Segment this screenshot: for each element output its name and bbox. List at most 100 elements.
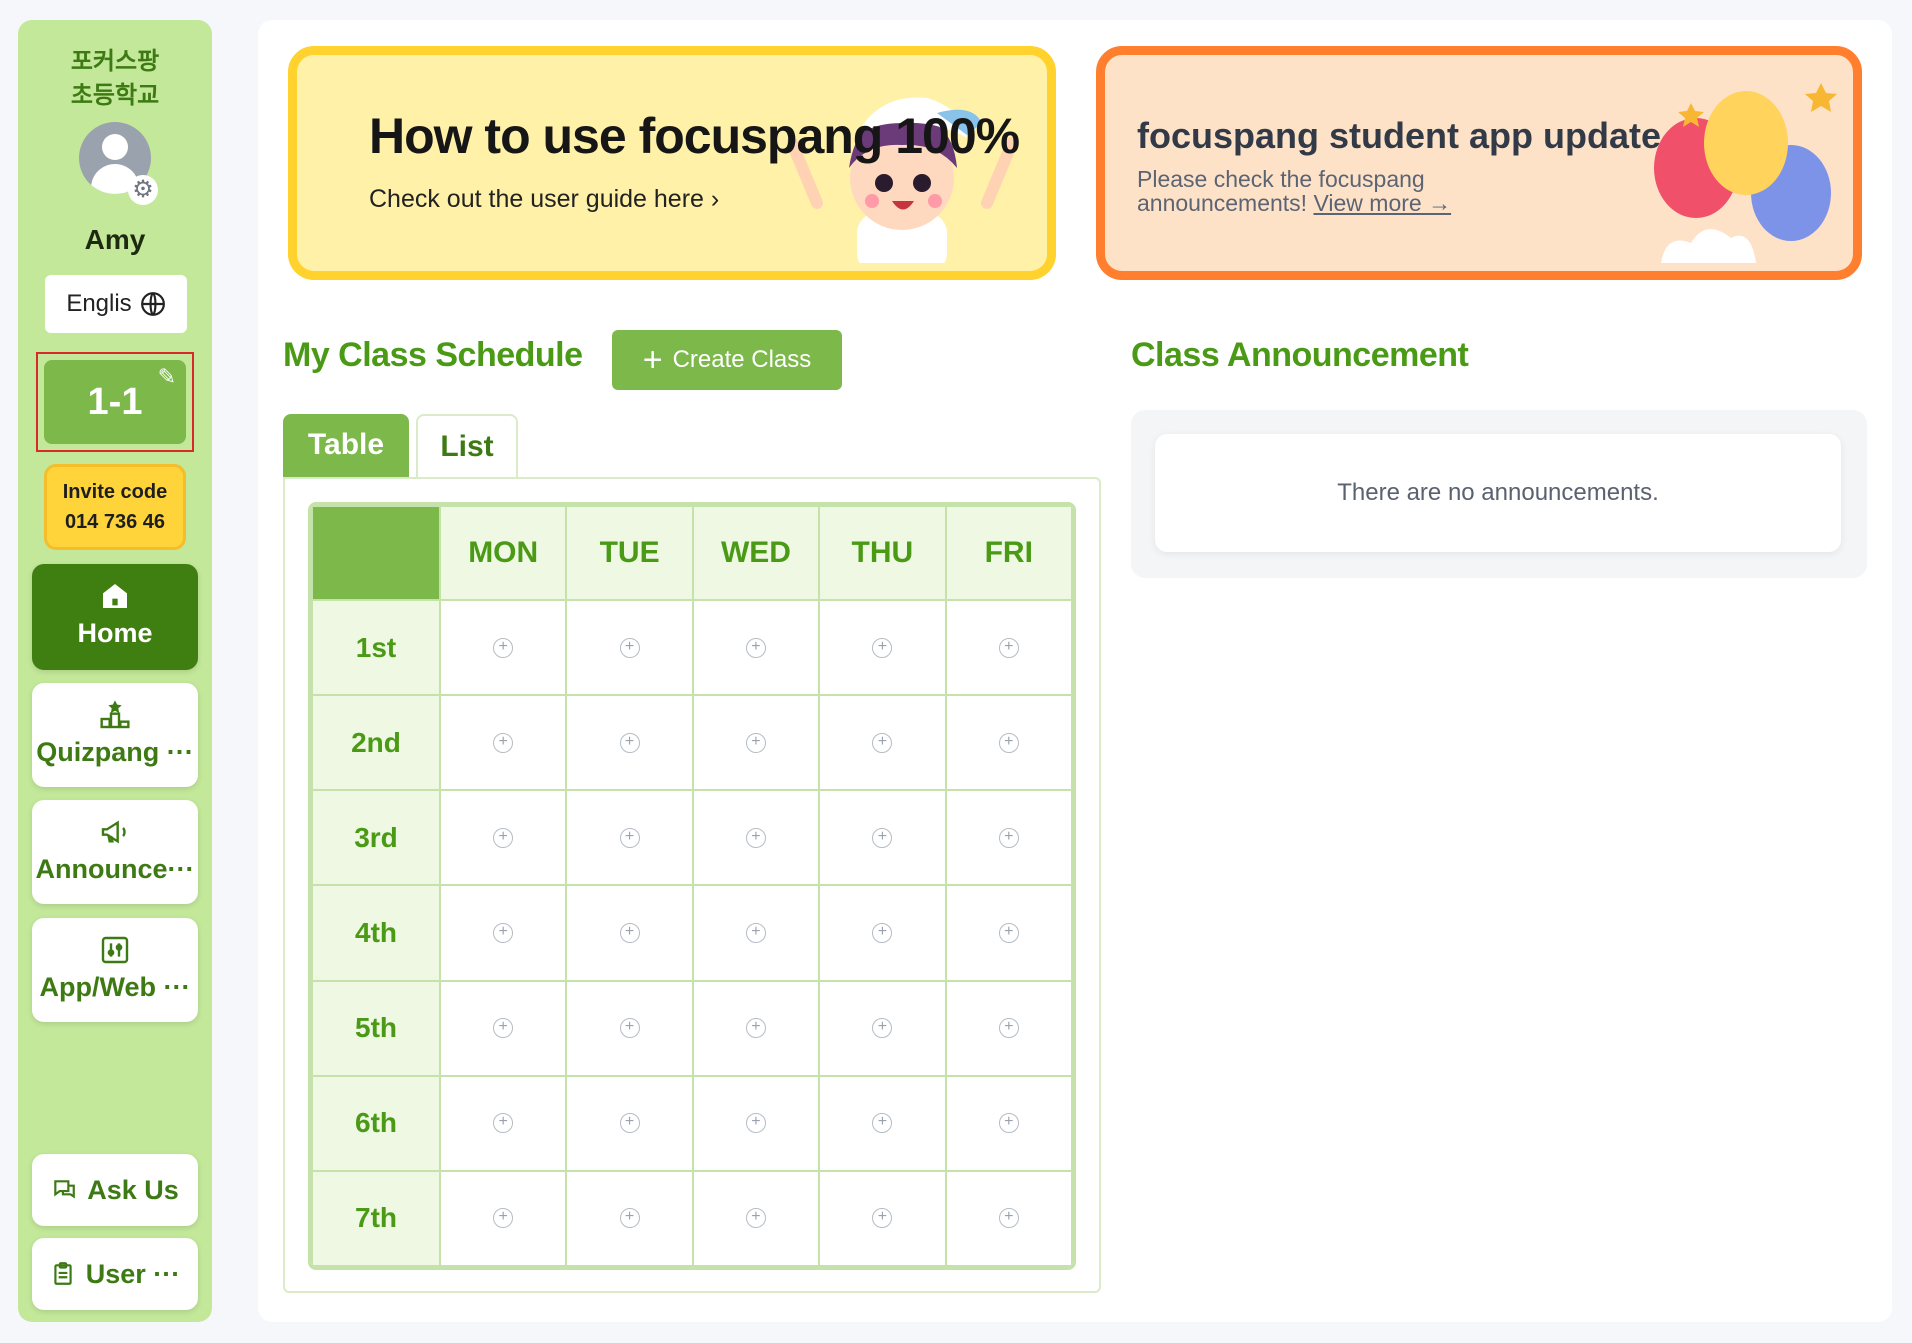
create-class-button[interactable]: + Create Class xyxy=(612,330,842,390)
schedule-cell[interactable]: + xyxy=(691,789,821,887)
add-circle-icon[interactable]: + xyxy=(493,732,514,753)
schedule-cell[interactable]: + xyxy=(691,1169,821,1267)
class-button[interactable]: 1-1 ✎ xyxy=(44,360,186,444)
language-selector[interactable]: Englis xyxy=(45,275,187,333)
schedule-cell[interactable]: + xyxy=(565,789,694,887)
schedule-cell[interactable]: + xyxy=(691,598,821,697)
nav-home[interactable]: Home xyxy=(32,564,198,670)
add-circle-icon[interactable]: + xyxy=(619,827,640,848)
add-circle-icon[interactable]: + xyxy=(745,827,766,848)
schedule-cell[interactable]: + xyxy=(438,1169,568,1267)
add-circle-icon[interactable]: + xyxy=(998,922,1019,943)
view-more-link[interactable]: View more → xyxy=(1313,190,1451,216)
tab-list[interactable]: List xyxy=(416,414,518,478)
schedule-cell[interactable]: + xyxy=(565,979,694,1077)
chevron-right-icon: › xyxy=(710,185,720,213)
schedule-cell[interactable]: + xyxy=(438,789,568,887)
schedule-cell[interactable]: + xyxy=(944,789,1073,887)
add-circle-icon[interactable]: + xyxy=(745,1018,766,1039)
table-header-row: MON TUE WED THU FRI xyxy=(311,505,1073,601)
add-circle-icon[interactable]: + xyxy=(998,1018,1019,1039)
schedule-cell[interactable]: + xyxy=(438,598,568,697)
globe-icon xyxy=(140,292,165,316)
app-update-banner[interactable]: focuspang student app update Please chec… xyxy=(1096,46,1862,280)
add-circle-icon[interactable]: + xyxy=(619,1018,640,1039)
megaphone-icon xyxy=(101,820,126,844)
nav-app-web[interactable]: App/Web ··· xyxy=(32,918,198,1022)
schedule-cell[interactable]: + xyxy=(944,1169,1073,1267)
schedule-cell[interactable]: + xyxy=(944,694,1073,792)
user-menu-label: User ··· xyxy=(85,1258,181,1289)
schedule-title: My Class Schedule xyxy=(283,336,583,374)
schedule-cell[interactable]: + xyxy=(438,1074,568,1172)
add-circle-icon[interactable]: + xyxy=(619,922,640,943)
nav-quizpang[interactable]: Quizpang ··· xyxy=(32,683,198,787)
schedule-cell[interactable]: + xyxy=(565,1074,694,1172)
schedule-cell[interactable]: + xyxy=(818,1169,947,1267)
add-circle-icon[interactable]: + xyxy=(872,1113,893,1134)
schedule-cell[interactable]: + xyxy=(691,884,821,982)
add-circle-icon[interactable]: + xyxy=(872,922,893,943)
add-circle-icon[interactable]: + xyxy=(493,1113,514,1134)
chat-icon xyxy=(54,1180,76,1199)
add-circle-icon[interactable]: + xyxy=(872,827,893,848)
add-circle-icon[interactable]: + xyxy=(493,1018,514,1039)
nav-announcements[interactable]: Announce··· xyxy=(32,800,198,904)
add-circle-icon[interactable]: + xyxy=(998,637,1019,658)
add-circle-icon[interactable]: + xyxy=(619,732,640,753)
add-circle-icon[interactable]: + xyxy=(872,1018,893,1039)
add-circle-icon[interactable]: + xyxy=(619,1113,640,1134)
schedule-cell[interactable]: + xyxy=(818,1074,947,1172)
add-circle-icon[interactable]: + xyxy=(493,637,514,658)
schedule-cell[interactable]: + xyxy=(438,884,568,982)
schedule-cell[interactable]: + xyxy=(818,598,947,697)
add-circle-icon[interactable]: + xyxy=(998,732,1019,753)
schedule-cell[interactable]: + xyxy=(565,598,694,697)
schedule-cell[interactable]: + xyxy=(565,694,694,792)
add-circle-icon[interactable]: + xyxy=(619,637,640,658)
schedule-cell[interactable]: + xyxy=(818,694,947,792)
gear-icon[interactable]: ⚙ xyxy=(128,175,158,205)
schedule-cell[interactable]: + xyxy=(565,884,694,982)
add-circle-icon[interactable]: + xyxy=(745,732,766,753)
day-header: MON xyxy=(438,505,568,601)
add-circle-icon[interactable]: + xyxy=(745,1208,766,1229)
table-row: 4th + + + + + xyxy=(311,884,1073,982)
schedule-cell[interactable]: + xyxy=(944,1074,1073,1172)
schedule-cell[interactable]: + xyxy=(818,884,947,982)
empty-announcements-message: There are no announcements. xyxy=(1155,434,1841,552)
add-circle-icon[interactable]: + xyxy=(619,1208,640,1229)
schedule-cell[interactable]: + xyxy=(691,694,821,792)
tab-table[interactable]: Table xyxy=(283,414,409,478)
schedule-cell[interactable]: + xyxy=(438,979,568,1077)
schedule-cell[interactable]: + xyxy=(438,694,568,792)
pencil-icon[interactable]: ✎ xyxy=(158,366,176,388)
add-circle-icon[interactable]: + xyxy=(745,922,766,943)
add-circle-icon[interactable]: + xyxy=(872,637,893,658)
add-circle-icon[interactable]: + xyxy=(493,922,514,943)
add-circle-icon[interactable]: + xyxy=(745,1113,766,1134)
schedule-cell[interactable]: + xyxy=(944,598,1073,697)
add-circle-icon[interactable]: + xyxy=(872,1208,893,1229)
update-subtitle: Please check the focuspang announcements… xyxy=(1137,166,1452,216)
period-label: 2nd xyxy=(311,694,441,792)
schedule-cell[interactable]: + xyxy=(944,979,1073,1077)
add-circle-icon[interactable]: + xyxy=(872,732,893,753)
class-name: 1-1 xyxy=(87,381,143,423)
user-menu-button[interactable]: User ··· xyxy=(32,1238,198,1310)
user-guide-banner[interactable]: How to use focuspang 100% Check out the … xyxy=(288,46,1056,280)
schedule-cell[interactable]: + xyxy=(565,1169,694,1267)
sidebar: 포커스팡 초등학교 ⚙ Amy Englis 1-1 ✎ Invite code… xyxy=(18,20,212,1322)
add-circle-icon[interactable]: + xyxy=(493,1208,514,1229)
schedule-cell[interactable]: + xyxy=(818,789,947,887)
schedule-cell[interactable]: + xyxy=(691,979,821,1077)
add-circle-icon[interactable]: + xyxy=(998,1113,1019,1134)
add-circle-icon[interactable]: + xyxy=(998,827,1019,848)
schedule-cell[interactable]: + xyxy=(944,884,1073,982)
add-circle-icon[interactable]: + xyxy=(745,637,766,658)
ask-us-button[interactable]: Ask Us xyxy=(32,1154,198,1226)
schedule-cell[interactable]: + xyxy=(691,1074,821,1172)
add-circle-icon[interactable]: + xyxy=(493,827,514,848)
schedule-cell[interactable]: + xyxy=(818,979,947,1077)
add-circle-icon[interactable]: + xyxy=(998,1208,1019,1229)
